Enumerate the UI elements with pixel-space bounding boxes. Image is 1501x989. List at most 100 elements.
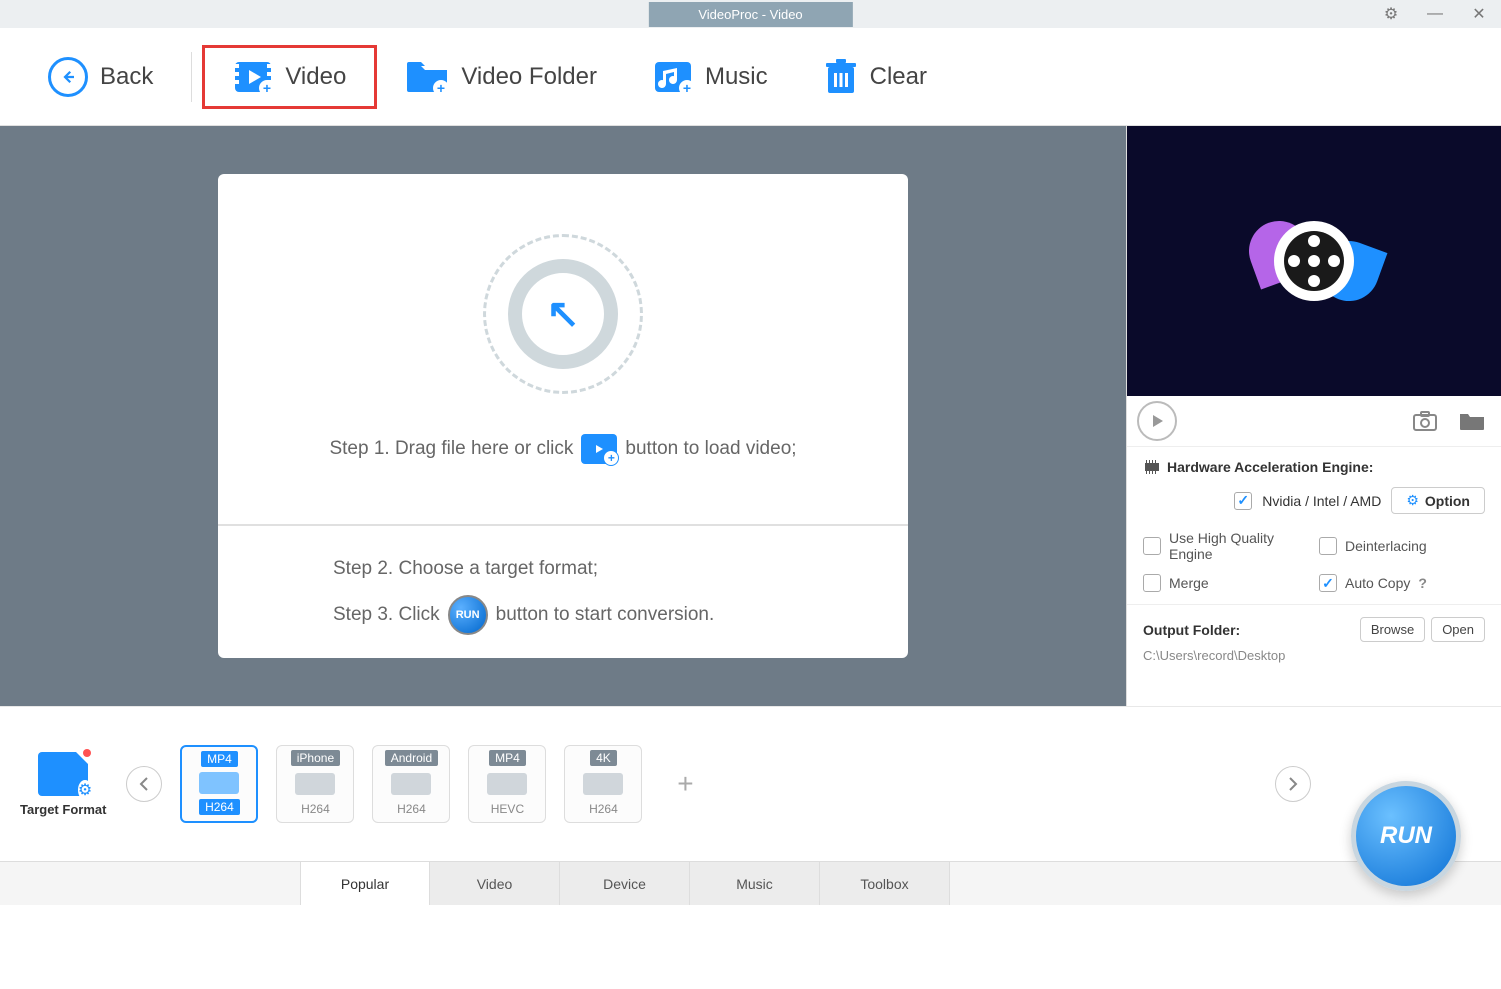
trash-icon	[824, 59, 858, 95]
format-bot-label: HEVC	[491, 802, 524, 816]
clear-label: Clear	[870, 63, 927, 91]
video-icon: +	[233, 60, 273, 94]
step3-text: Step 3. Click RUN button to start conver…	[333, 592, 793, 638]
tab-popular[interactable]: Popular	[300, 862, 430, 905]
deint-label: Deinterlacing	[1345, 538, 1427, 554]
preview-pane	[1127, 126, 1501, 396]
steps-2-3: Step 2. Choose a target format; Step 3. …	[218, 526, 908, 657]
next-formats-button[interactable]	[1275, 766, 1311, 802]
help-icon[interactable]: ?	[1418, 575, 1427, 591]
add-music-button[interactable]: + Music	[625, 48, 796, 106]
clear-button[interactable]: Clear	[796, 47, 955, 107]
format-top-label: Android	[385, 750, 438, 766]
merge-checkbox[interactable]	[1143, 574, 1161, 592]
back-label: Back	[100, 63, 153, 91]
app-logo-icon	[1264, 211, 1364, 311]
play-button[interactable]	[1137, 401, 1177, 441]
separator	[191, 52, 192, 102]
format-bar: Target Format MP4 H264 iPhone H264 Android H2…	[0, 706, 1501, 861]
add-video-folder-button[interactable]: + Video Folder	[377, 48, 625, 106]
hw-vendors-checkbox[interactable]	[1234, 492, 1252, 510]
add-format-button[interactable]: +	[660, 759, 710, 809]
music-label: Music	[705, 63, 768, 91]
window-title: VideoProc - Video	[648, 2, 852, 27]
snapshot-button[interactable]	[1407, 411, 1443, 431]
format-card-4k-h264[interactable]: 4K H264	[564, 745, 642, 823]
format-thumb-icon	[391, 773, 431, 795]
output-folder-label: Output Folder:	[1143, 622, 1240, 638]
format-tabs: PopularVideoDeviceMusicToolbox	[0, 861, 1501, 905]
mini-video-icon	[581, 434, 617, 464]
run-small-icon: RUN	[448, 595, 488, 635]
close-button[interactable]: ✕	[1467, 4, 1491, 24]
drop-card: ↖ Step 1. Drag file here or click button…	[218, 174, 908, 657]
tab-device[interactable]: Device	[560, 862, 690, 905]
format-card-iphone-h264[interactable]: iPhone H264	[276, 745, 354, 823]
step1-b: button to load video;	[625, 438, 796, 460]
autocopy-checkbox[interactable]	[1319, 574, 1337, 592]
format-thumb-icon	[199, 772, 239, 794]
quality-label: Use High Quality Engine	[1169, 530, 1309, 562]
minimize-button[interactable]: —	[1423, 5, 1447, 23]
drop-target-icon: ↖	[483, 234, 643, 394]
quality-checkbox[interactable]	[1143, 537, 1161, 555]
output-section: Output Folder: Browse Open C:\Users\reco…	[1127, 604, 1501, 675]
hw-accel-section: Hardware Acceleration Engine: Nvidia / I…	[1127, 446, 1501, 604]
gear-icon[interactable]: ⚙	[1379, 4, 1403, 24]
svg-text:+: +	[263, 80, 271, 94]
option-label: Option	[1425, 493, 1470, 509]
drop-zone[interactable]: ↖ Step 1. Drag file here or click button…	[218, 174, 908, 524]
open-folder-button[interactable]	[1453, 411, 1491, 431]
hw-vendors-label: Nvidia / Intel / AMD	[1262, 493, 1381, 509]
output-path: C:\Users\record\Desktop	[1143, 648, 1485, 663]
hw-option-button[interactable]: ⚙ Option	[1391, 487, 1485, 514]
video-label: Video	[285, 63, 346, 91]
formats-list: MP4 H264 iPhone H264 Android H264 MP4 HEVC 4K H26…	[180, 745, 642, 823]
svg-text:+: +	[683, 80, 691, 94]
target-format-label: Target Format	[20, 802, 106, 817]
format-top-label: MP4	[489, 750, 526, 766]
add-video-button[interactable]: + Video	[202, 45, 377, 109]
target-format-icon	[38, 752, 88, 796]
titlebar: VideoProc - Video ⚙ — ✕	[0, 0, 1501, 28]
tab-toolbox[interactable]: Toolbox	[820, 862, 950, 905]
music-icon: +	[653, 60, 693, 94]
step2-text: Step 2. Choose a target format;	[333, 546, 793, 592]
folder-icon: +	[405, 60, 449, 94]
back-button[interactable]: Back	[20, 45, 181, 109]
autocopy-label: Auto Copy	[1345, 575, 1410, 591]
right-panel: Hardware Acceleration Engine: Nvidia / I…	[1126, 126, 1501, 706]
main-area: ↖ Step 1. Drag file here or click button…	[0, 126, 1501, 706]
format-card-android-h264[interactable]: Android H264	[372, 745, 450, 823]
format-card-mp4-hevc[interactable]: MP4 HEVC	[468, 745, 546, 823]
tab-video[interactable]: Video	[430, 862, 560, 905]
toolbar: Back + Video + Video Folder + Music Clea…	[0, 28, 1501, 126]
format-thumb-icon	[583, 773, 623, 795]
browse-button[interactable]: Browse	[1360, 617, 1425, 642]
deinterlacing-checkbox[interactable]	[1319, 537, 1337, 555]
center-panel: ↖ Step 1. Drag file here or click button…	[0, 126, 1126, 706]
format-bot-label: H264	[301, 802, 330, 816]
svg-text:+: +	[437, 80, 445, 94]
format-bot-label: H264	[397, 802, 426, 816]
hw-title-text: Hardware Acceleration Engine:	[1167, 459, 1373, 475]
format-top-label: MP4	[201, 751, 238, 767]
step1-a: Step 1. Drag file here or click	[329, 438, 573, 460]
prev-formats-button[interactable]	[126, 766, 162, 802]
format-bot-label: H264	[199, 799, 240, 815]
format-thumb-icon	[487, 773, 527, 795]
step1-text: Step 1. Drag file here or click button t…	[329, 434, 796, 464]
arrow-icon: ↖	[546, 291, 580, 337]
target-format[interactable]: Target Format	[20, 752, 106, 817]
video-folder-label: Video Folder	[461, 63, 597, 91]
format-top-label: iPhone	[291, 750, 340, 766]
merge-label: Merge	[1169, 575, 1209, 591]
format-top-label: 4K	[590, 750, 617, 766]
format-bot-label: H264	[589, 802, 618, 816]
run-button[interactable]: RUN	[1351, 781, 1461, 891]
open-button[interactable]: Open	[1431, 617, 1485, 642]
hw-title: Hardware Acceleration Engine:	[1143, 459, 1485, 475]
tab-music[interactable]: Music	[690, 862, 820, 905]
step3-b: button to start conversion.	[496, 592, 715, 638]
format-card-mp4-h264[interactable]: MP4 H264	[180, 745, 258, 823]
